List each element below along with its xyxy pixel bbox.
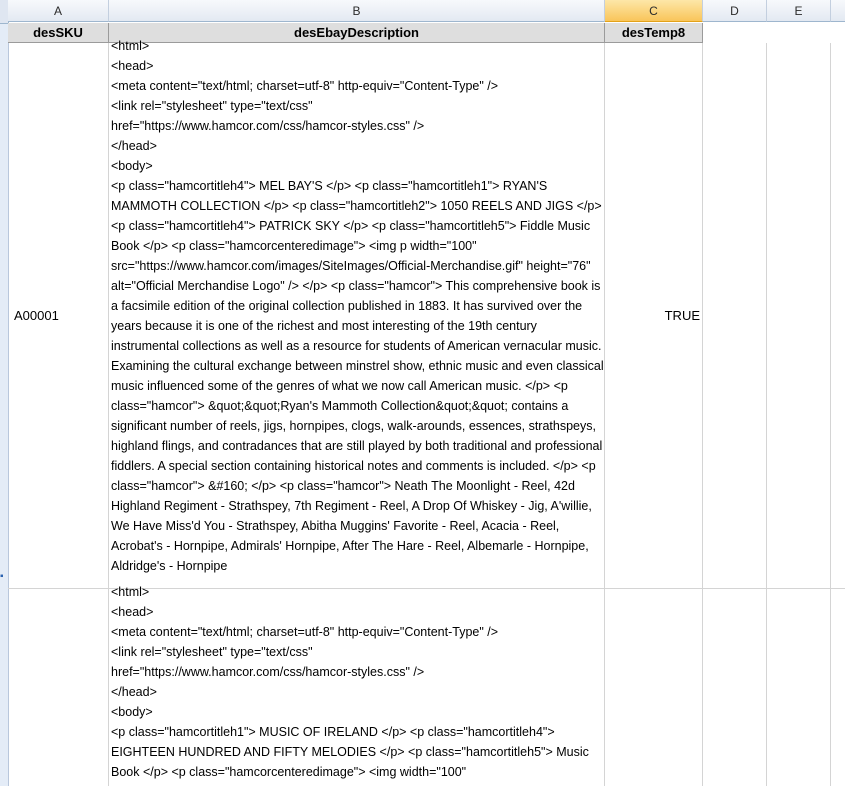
spreadsheet[interactable]: A B C D E desSKU desEbayDescription desT… [0, 0, 845, 786]
description-cell[interactable]: <html> <head> <meta content="text/html; … [111, 36, 605, 588]
row-header-strip[interactable] [0, 0, 9, 786]
gridline [830, 43, 831, 786]
column-header-d[interactable]: D [703, 0, 767, 22]
column-header-b[interactable]: B [109, 0, 605, 22]
description-cell[interactable]: <html> <head> <meta content="text/html; … [111, 582, 605, 786]
column-header-e[interactable]: E [767, 0, 831, 22]
sku-cell[interactable]: A00001 [14, 308, 59, 323]
header-cell-destemp8[interactable]: desTemp8 [605, 23, 703, 43]
column-header-f-partial[interactable] [831, 0, 845, 22]
gridline [766, 43, 767, 786]
header-cell-dessku[interactable]: desSKU [8, 23, 109, 43]
gridline [702, 43, 703, 786]
row-resize-marker: ▪ [0, 571, 4, 582]
column-header-a[interactable]: A [8, 0, 109, 22]
column-header-c[interactable]: C [605, 0, 703, 22]
temp8-value: TRUE [664, 308, 700, 323]
gridline [108, 43, 109, 786]
